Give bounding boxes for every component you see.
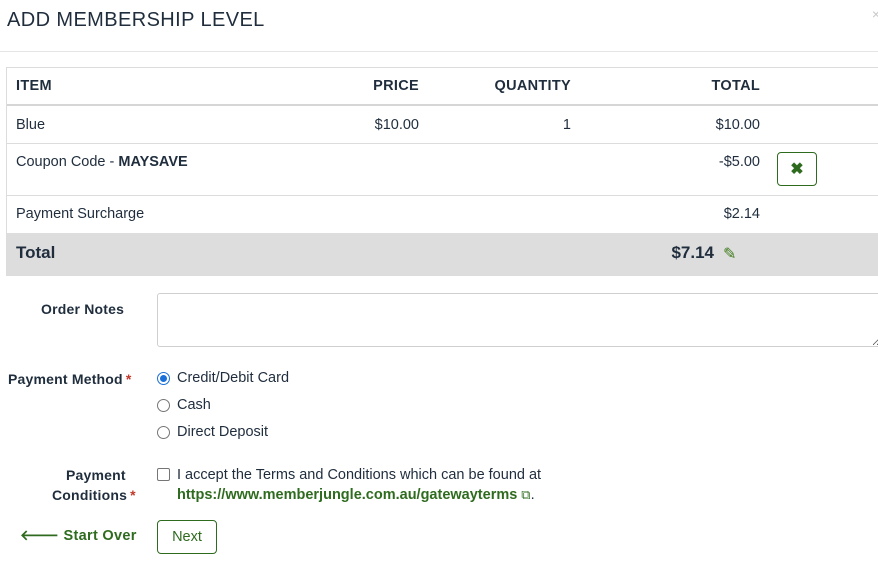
radio-credit-card[interactable] [157, 371, 170, 385]
required-marker: * [130, 487, 136, 503]
header-price: PRICE [373, 78, 419, 94]
item-quantity: 1 [562, 117, 571, 133]
modal-header: ADD MEMBERSHIP LEVEL × [0, 0, 878, 52]
order-notes-label: Order Notes [41, 301, 125, 317]
start-over-link[interactable]: 🡐 Start Over [20, 527, 137, 544]
order-notes-input[interactable] [157, 293, 878, 347]
total-amount: $7.14 [671, 243, 714, 262]
surcharge-amount: $2.14 [723, 206, 760, 222]
remove-coupon-button[interactable]: ✖ [777, 152, 817, 186]
payment-option-card[interactable]: Credit/Debit Card [157, 370, 289, 386]
terms-statement: I accept the Terms and Conditions which … [177, 467, 542, 483]
payment-option-direct-deposit[interactable]: Direct Deposit [157, 424, 268, 440]
required-marker: * [125, 371, 132, 387]
payment-method-label: Payment Method * [8, 371, 131, 387]
coupon-row: Coupon Code - MAYSAVE -$5.00 ✖ [7, 144, 878, 196]
coupon-amount: -$5.00 [718, 154, 760, 170]
header-quantity: QUANTITY [494, 78, 571, 94]
terms-suffix: . [530, 487, 535, 503]
coupon-code: MAYSAVE [118, 154, 188, 170]
terms-text: I accept the Terms and Conditions which … [177, 465, 541, 505]
payment-conditions-label-line1: Payment [66, 467, 126, 483]
start-over-label: Start Over [63, 528, 137, 544]
table-row: Blue $10.00 1 $10.00 [7, 106, 878, 144]
item-name: Blue [16, 117, 46, 133]
payment-method-text: Payment Method [8, 371, 123, 387]
item-price: $10.00 [374, 117, 419, 133]
header-item: ITEM [16, 78, 52, 94]
terms-link[interactable]: https://www.memberjungle.com.au/gatewayt… [177, 487, 517, 503]
payment-conditions-text: Conditions [52, 487, 128, 503]
table-header-row: ITEM PRICE QUANTITY TOTAL [7, 68, 878, 106]
payment-option-label: Cash [177, 397, 211, 413]
header-total: TOTAL [711, 78, 760, 94]
external-link-icon: ⧉ [521, 487, 531, 502]
radio-cash[interactable] [157, 398, 170, 412]
total-row: Total $7.14 ✎ [7, 233, 878, 275]
payment-option-label: Credit/Debit Card [177, 370, 290, 386]
terms-checkbox[interactable] [157, 468, 170, 481]
payment-option-label: Direct Deposit [177, 424, 269, 440]
payment-conditions-label-line2: Conditions * [52, 487, 136, 503]
order-summary-table: ITEM PRICE QUANTITY TOTAL Blue $10.00 1 … [6, 67, 878, 276]
coupon-label: Coupon Code - MAYSAVE [16, 154, 188, 170]
surcharge-label: Payment Surcharge [16, 206, 145, 222]
close-icon[interactable]: × [872, 6, 878, 22]
radio-direct-deposit[interactable] [157, 425, 170, 439]
next-button[interactable]: Next [157, 520, 217, 554]
item-total: $10.00 [715, 117, 760, 133]
payment-option-cash[interactable]: Cash [157, 397, 211, 413]
coupon-prefix: Coupon Code - [16, 154, 119, 170]
arrow-left-icon: 🡐 [20, 528, 60, 544]
surcharge-row: Payment Surcharge $2.14 [7, 196, 878, 233]
modal-title: ADD MEMBERSHIP LEVEL [7, 9, 265, 31]
times-icon: ✖ [790, 161, 804, 178]
total-label: Total [16, 243, 56, 262]
pencil-icon[interactable]: ✎ [723, 244, 736, 264]
